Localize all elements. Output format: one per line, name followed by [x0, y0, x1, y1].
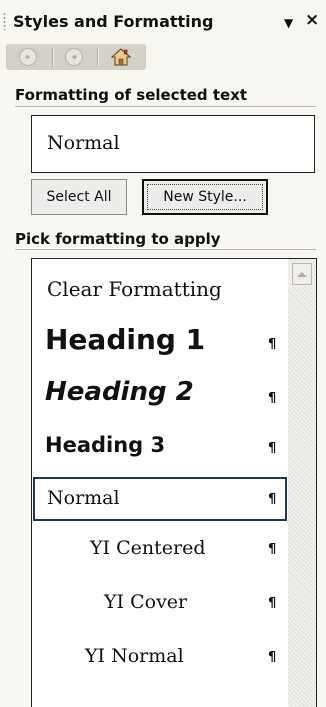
- task-pane-title-bar: Styles and Formatting ▼ ×: [0, 0, 326, 42]
- pick-formatting-header: Pick formatting to apply: [15, 230, 221, 248]
- style-item-clear-formatting[interactable]: Clear Formatting: [32, 275, 289, 311]
- section-divider: [15, 106, 316, 107]
- paragraph-mark-icon: ¶: [268, 596, 277, 611]
- style-item-label: YI Cover: [104, 591, 188, 613]
- styles-formatting-pane: Styles and Formatting ▼ × Formatting of …: [0, 0, 326, 707]
- navigation-toolbar: [6, 44, 146, 70]
- style-item-yi-centered[interactable]: YI Centered ¶: [32, 535, 289, 571]
- pane-title: Styles and Formatting: [13, 12, 214, 31]
- style-item-label: YI Normal: [85, 645, 184, 667]
- style-item-yi-cover[interactable]: YI Cover ¶: [32, 589, 289, 625]
- style-item-heading-3[interactable]: Heading 3 ¶: [32, 429, 289, 469]
- select-all-button[interactable]: Select All: [31, 179, 127, 215]
- style-item-label: Heading 2: [45, 377, 194, 407]
- style-item-normal-selected[interactable]: Normal ¶: [33, 477, 287, 521]
- style-item-label: Heading 1: [45, 323, 206, 356]
- paragraph-mark-icon: ¶: [268, 650, 277, 665]
- close-icon[interactable]: ×: [305, 11, 319, 29]
- style-item-label: YI Centered: [90, 537, 206, 559]
- paragraph-mark-icon: ¶: [268, 391, 277, 406]
- style-item-yi-normal[interactable]: YI Normal ¶: [32, 643, 289, 679]
- toolbar-separator: [52, 48, 54, 66]
- section-divider: [15, 249, 316, 250]
- paragraph-mark-icon: ¶: [268, 441, 277, 456]
- drag-grip-handle[interactable]: [3, 12, 6, 30]
- selected-formatting-box[interactable]: Normal: [31, 115, 315, 173]
- selected-style-value: Normal: [47, 132, 120, 154]
- new-style-button[interactable]: New Style...: [142, 179, 268, 215]
- style-item-label: Heading 3: [45, 433, 166, 457]
- style-item-label: Normal: [47, 487, 120, 509]
- paragraph-mark-icon: ¶: [268, 337, 277, 352]
- style-item-label: Clear Formatting: [47, 277, 222, 301]
- forward-arrow-icon[interactable]: [65, 48, 83, 66]
- styles-list[interactable]: Clear Formatting Heading 1 ¶ Heading 2 ¶…: [31, 258, 317, 707]
- toolbar-separator: [97, 48, 99, 66]
- style-item-heading-2[interactable]: Heading 2 ¶: [32, 375, 289, 419]
- scroll-up-arrow-icon[interactable]: [292, 263, 312, 285]
- back-arrow-icon[interactable]: [19, 48, 37, 66]
- focus-rectangle: [147, 184, 263, 210]
- vertical-scrollbar[interactable]: [288, 259, 316, 707]
- home-icon[interactable]: [110, 46, 132, 68]
- style-item-heading-1[interactable]: Heading 1 ¶: [32, 321, 289, 365]
- paragraph-mark-icon: ¶: [268, 542, 277, 557]
- dropdown-arrow-icon[interactable]: ▼: [284, 14, 293, 32]
- paragraph-mark-icon: ¶: [268, 492, 277, 507]
- selected-formatting-header: Formatting of selected text: [15, 86, 248, 104]
